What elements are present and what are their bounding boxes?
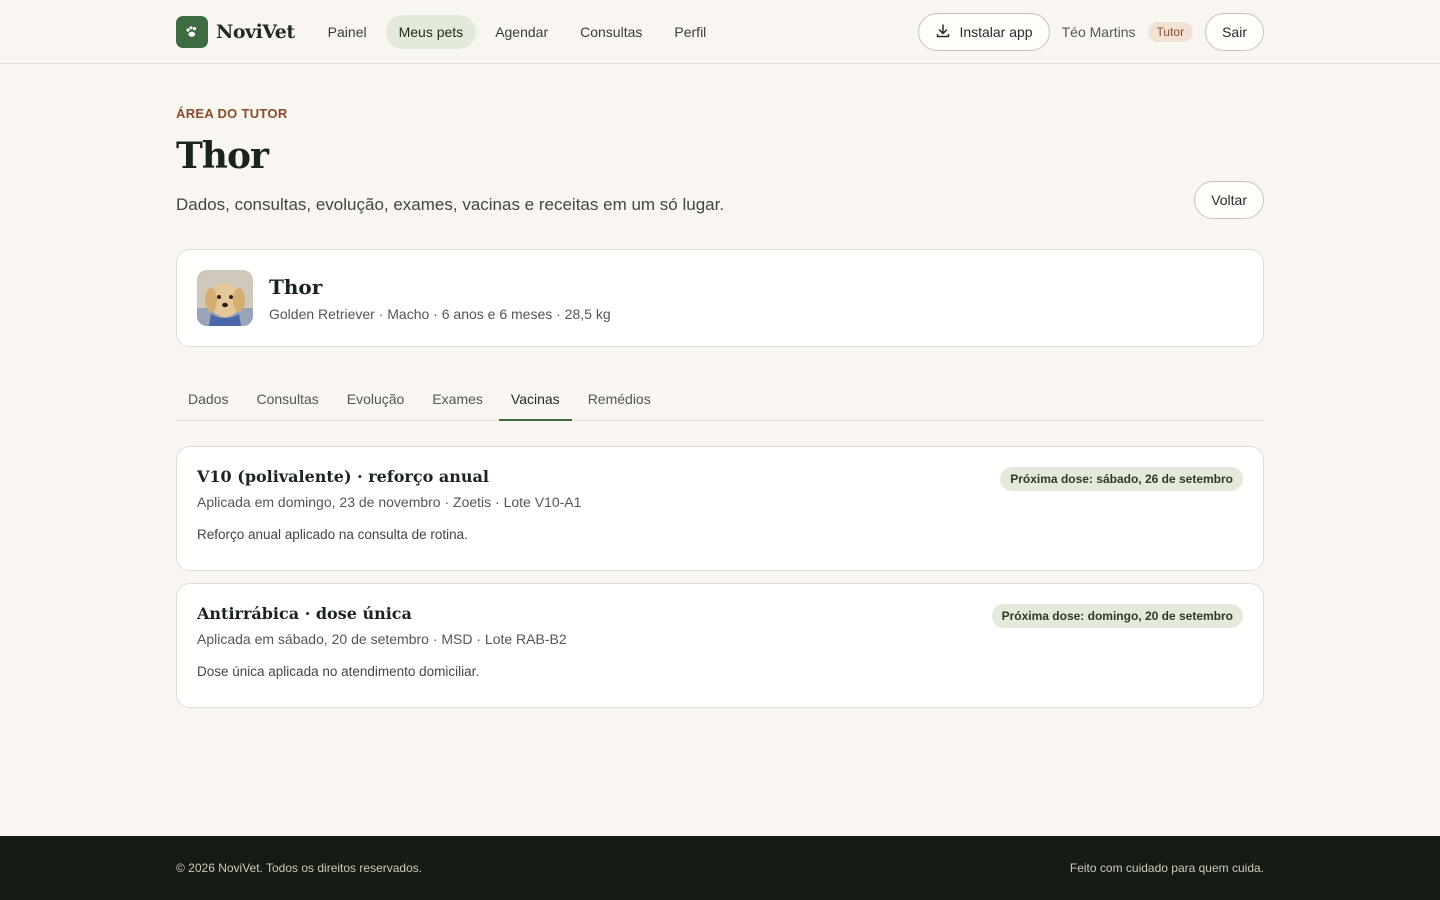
- logo[interactable]: NoviVet: [176, 16, 295, 48]
- nav-painel[interactable]: Painel: [315, 15, 380, 49]
- footer-copyright: © 2026 NoviVet. Todos os direitos reserv…: [176, 861, 423, 875]
- nav-perfil[interactable]: Perfil: [661, 15, 719, 49]
- vaccine-card: Antirrábica · dose única Aplicada em sáb…: [176, 583, 1264, 708]
- vaccine-note: Reforço anual aplicado na consulta de ro…: [197, 527, 468, 542]
- pet-meta: Golden Retriever · Macho · 6 anos e 6 me…: [269, 305, 611, 322]
- nav-agendar[interactable]: Agendar: [482, 15, 561, 49]
- download-icon: [935, 23, 959, 42]
- pet-tabs: Dados Consultas Evolução Exames Vacinas …: [176, 381, 1264, 421]
- vaccine-meta: Aplicada em sábado, 20 de setembro · MSD…: [197, 631, 567, 647]
- logo-text: NoviVet: [216, 21, 295, 43]
- back-button[interactable]: Voltar: [1194, 181, 1264, 219]
- vaccine-list: V10 (polivalente) · reforço anual Aplica…: [176, 446, 1264, 708]
- install-app-button[interactable]: Instalar app: [918, 13, 1050, 51]
- vaccine-card: V10 (polivalente) · reforço anual Aplica…: [176, 446, 1264, 571]
- tab-remedios[interactable]: Remédios: [576, 381, 663, 421]
- pet-summary-card: Thor Golden Retriever · Macho · 6 anos e…: [176, 249, 1264, 347]
- tab-evolucao[interactable]: Evolução: [335, 381, 417, 421]
- vaccine-meta: Aplicada em domingo, 23 de novembro · Zo…: [197, 494, 582, 510]
- main-content: ÁREA DO TUTOR Thor Dados, consultas, evo…: [176, 64, 1264, 708]
- nav-meus-pets[interactable]: Meus pets: [385, 15, 477, 49]
- tab-vacinas[interactable]: Vacinas: [498, 381, 572, 421]
- role-badge: Tutor: [1147, 22, 1194, 42]
- next-dose-badge: Próxima dose: sábado, 26 de setembro: [1000, 467, 1243, 491]
- page-subtitle: Dados, consultas, evolução, exames, vaci…: [176, 195, 725, 214]
- user-name: Téo Martins: [1061, 24, 1136, 40]
- paw-icon: [176, 16, 208, 48]
- tab-consultas[interactable]: Consultas: [244, 381, 330, 421]
- pet-name: Thor: [269, 274, 323, 299]
- main-nav: Painel Meus pets Agendar Consultas Perfi…: [315, 15, 726, 49]
- section-eyebrow: ÁREA DO TUTOR: [176, 106, 288, 121]
- vaccine-note: Dose única aplicada no atendimento domic…: [197, 664, 480, 679]
- tab-exames[interactable]: Exames: [420, 381, 495, 421]
- top-header: NoviVet Painel Meus pets Agendar Consult…: [0, 0, 1440, 64]
- tab-dados[interactable]: Dados: [176, 381, 240, 421]
- pet-avatar: [197, 270, 253, 326]
- next-dose-badge: Próxima dose: domingo, 20 de setembro: [991, 604, 1243, 628]
- install-app-label: Instalar app: [959, 24, 1033, 40]
- nav-consultas[interactable]: Consultas: [567, 15, 655, 49]
- page-title: Thor: [176, 135, 269, 177]
- footer: © 2026 NoviVet. Todos os direitos reserv…: [0, 836, 1440, 900]
- logout-button[interactable]: Sair: [1205, 13, 1264, 51]
- footer-tagline: Feito com cuidado para quem cuida.: [1069, 861, 1264, 875]
